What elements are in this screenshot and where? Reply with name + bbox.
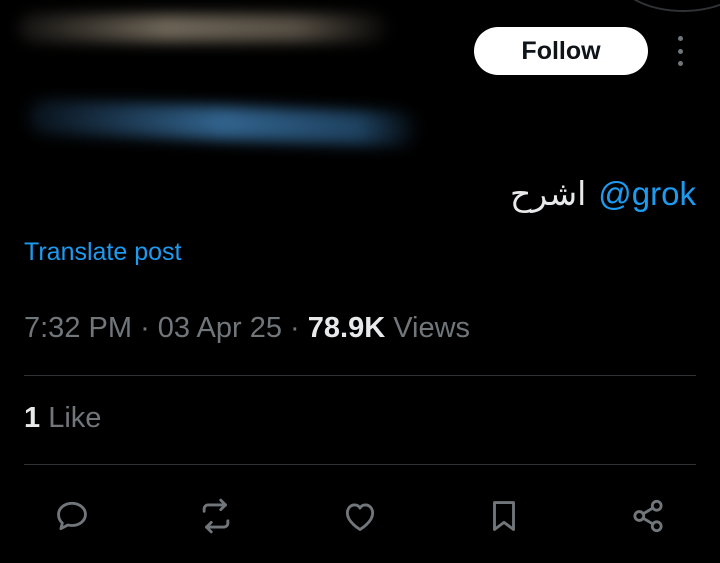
tweet-detail: Follow @grok اشرح Translate post 7:32 PM… xyxy=(0,0,720,563)
more-dot xyxy=(677,36,683,41)
heart-icon[interactable] xyxy=(340,496,380,536)
tweet-date[interactable]: 03 Apr 25 xyxy=(158,312,282,344)
likes-count: 1 xyxy=(24,402,41,434)
tweet-time[interactable]: 7:32 PM xyxy=(24,312,132,344)
likes-link[interactable]: 1 Like xyxy=(24,402,101,435)
tweet-meta: 7:32 PM · 03 Apr 25 · 78.9K Views xyxy=(24,312,470,345)
action-bar xyxy=(0,488,720,544)
bookmark-icon[interactable] xyxy=(484,496,524,536)
tweet-text: @grok اشرح xyxy=(510,172,696,216)
mention-link[interactable]: @grok xyxy=(598,172,696,216)
author-name-redacted[interactable] xyxy=(18,14,388,42)
tweet-body: اشرح xyxy=(509,175,587,212)
divider xyxy=(24,375,696,376)
views-label[interactable]: Views xyxy=(393,312,470,344)
more-dot xyxy=(677,48,683,54)
more-options-icon[interactable] xyxy=(668,36,692,66)
views-count[interactable]: 78.9K xyxy=(308,312,385,344)
header-corner-decoration xyxy=(616,0,720,12)
author-handle-redacted[interactable] xyxy=(27,99,419,147)
more-dot xyxy=(677,61,683,66)
reply-icon[interactable] xyxy=(52,496,92,536)
divider xyxy=(24,464,696,465)
translate-post-link[interactable]: Translate post xyxy=(24,238,181,267)
share-icon[interactable] xyxy=(628,496,668,536)
meta-separator: · xyxy=(290,312,300,344)
follow-button[interactable]: Follow xyxy=(474,27,648,75)
meta-separator: · xyxy=(140,312,150,344)
likes-label: Like xyxy=(48,402,102,434)
repost-icon[interactable] xyxy=(196,496,236,536)
